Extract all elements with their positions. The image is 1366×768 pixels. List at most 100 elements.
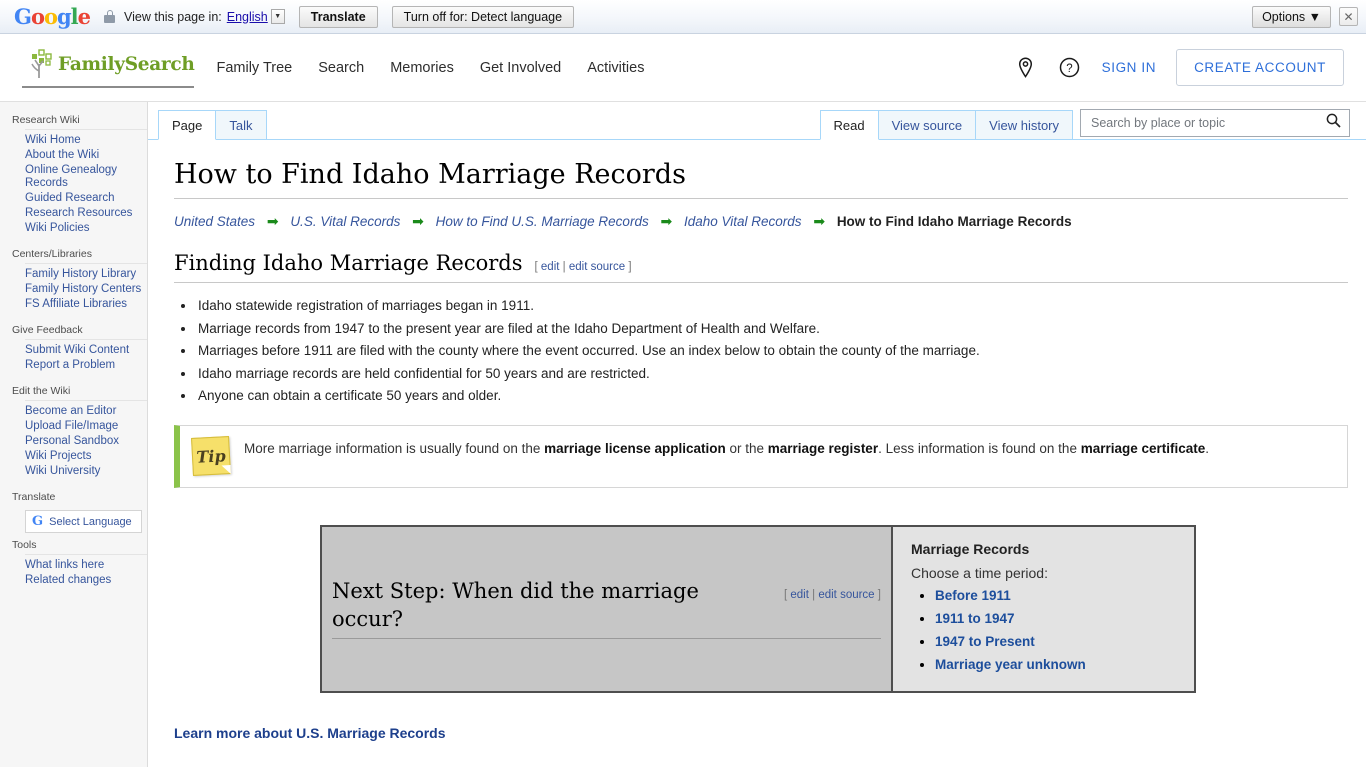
sidebar-item-wiki-university[interactable]: Wiki University <box>25 465 147 478</box>
learn-more-link[interactable]: Learn more about U.S. Marriage Records <box>174 725 446 741</box>
sidebar-item-report-a-problem[interactable]: Report a Problem <box>25 359 147 372</box>
search-input[interactable] <box>1089 115 1326 131</box>
sidebar-item-wiki-home[interactable]: Wiki Home <box>25 134 147 147</box>
nav-item-activities[interactable]: Activities <box>587 60 644 76</box>
tip-bold-license-application: marriage license application <box>544 440 726 456</box>
familysearch-logo[interactable]: FamilySearch <box>22 47 195 88</box>
sidebar-item-research-resources[interactable]: Research Resources <box>25 207 147 220</box>
list-item: Family History Centers <box>25 282 147 297</box>
edit-link[interactable]: edit <box>541 261 560 273</box>
sidebar-group-title: Give Feedback <box>12 324 83 336</box>
nav-item-family-tree[interactable]: Family Tree <box>216 60 292 76</box>
edit-link[interactable]: edit <box>790 589 809 601</box>
sidebar-item-submit-wiki-content[interactable]: Submit Wiki Content <box>25 344 147 357</box>
list-item: Wiki Policies <box>25 221 147 236</box>
list-item: Marriages before 1911 are filed with the… <box>196 340 1348 363</box>
tab-view-source[interactable]: View source <box>877 110 977 139</box>
close-icon[interactable]: ✕ <box>1339 7 1358 26</box>
tip-text-part-4: . <box>1205 440 1210 456</box>
breadcrumb-item-united-states[interactable]: United States <box>174 214 255 229</box>
breadcrumb-item-us-vital-records[interactable]: U.S. Vital Records <box>290 214 400 229</box>
create-account-button[interactable]: CREATE ACCOUNT <box>1176 49 1344 86</box>
sidebar-group-edit-the-wiki: Edit the Wiki Become an Editor Upload Fi… <box>0 381 147 485</box>
sidebar-item-wiki-projects[interactable]: Wiki Projects <box>25 450 147 463</box>
bracket-open: [ <box>783 589 788 602</box>
sidebar-item-family-history-centers[interactable]: Family History Centers <box>25 283 147 296</box>
breadcrumb-item-current: How to Find Idaho Marriage Records <box>836 213 1072 229</box>
list-item: Wiki Home <box>25 133 147 148</box>
option-1947-to-present[interactable]: 1947 to Present <box>935 634 1035 649</box>
tab-talk[interactable]: Talk <box>215 110 267 139</box>
edit-source-link[interactable]: edit source <box>569 261 625 273</box>
list-item: Anyone can obtain a certificate 50 years… <box>196 385 1348 408</box>
facts-list: Idaho statewide registration of marriage… <box>174 295 1348 408</box>
list-item: Wiki University <box>25 464 147 479</box>
breadcrumb-item-how-to-find-us-marriage-records[interactable]: How to Find U.S. Marriage Records <box>436 214 649 229</box>
option-marriage-year-unknown[interactable]: Marriage year unknown <box>935 657 1086 672</box>
help-circle-icon[interactable]: ? <box>1058 56 1082 80</box>
translate-button[interactable]: Translate <box>298 5 378 28</box>
turn-off-translate-button[interactable]: Turn off for: Detect language <box>391 5 575 28</box>
tab-read[interactable]: Read <box>819 110 879 140</box>
sidebar-group-title: Centers/Libraries <box>12 248 92 260</box>
section-heading-label: Finding Idaho Marriage Records <box>174 250 523 275</box>
list-item: 1947 to Present <box>935 633 1178 651</box>
nav-item-get-involved[interactable]: Get Involved <box>480 60 561 76</box>
edit-source-link[interactable]: edit source <box>818 589 874 601</box>
decision-box: Next Step: When did the marriage occur? … <box>320 524 1348 693</box>
arrow-right-icon: ➡ <box>813 212 826 229</box>
decision-options-list: Before 1911 1911 to 1947 1947 to Present… <box>911 587 1178 674</box>
map-pin-icon[interactable] <box>1014 56 1038 80</box>
translate-language-selector[interactable]: English ▼ <box>227 9 285 24</box>
sidebar-item-family-history-library[interactable]: Family History Library <box>25 268 147 281</box>
translate-options-button[interactable]: Options ▼ <box>1252 5 1331 28</box>
sidebar-item-become-an-editor[interactable]: Become an Editor <box>25 405 147 418</box>
nav-item-search[interactable]: Search <box>318 60 364 76</box>
search-box[interactable] <box>1080 109 1350 137</box>
sidebar-item-personal-sandbox[interactable]: Personal Sandbox <box>25 435 147 448</box>
list-item: Personal Sandbox <box>25 434 147 449</box>
tab-view-history[interactable]: View history <box>975 110 1073 139</box>
google-translate-bar: Google View this page in: English ▼ Tran… <box>0 0 1366 34</box>
breadcrumb-item-idaho-vital-records[interactable]: Idaho Vital Records <box>684 214 802 229</box>
content-area: Page Talk Read View source View history … <box>148 102 1366 767</box>
page-body: Research Wiki Wiki Home About the Wiki O… <box>0 102 1366 767</box>
tab-bar: Page Talk Read View source View history <box>148 102 1366 140</box>
google-logo: Google <box>14 4 91 29</box>
chevron-down-icon[interactable]: ▼ <box>270 9 285 24</box>
sidebar-item-online-genealogy-records[interactable]: Online Genealogy Records <box>25 164 147 190</box>
sidebar-group-title: Translate <box>12 491 56 503</box>
list-item: Marriage records from 1947 to the presen… <box>196 318 1348 341</box>
sidebar-item-upload-file-image[interactable]: Upload File/Image <box>25 420 147 433</box>
decision-question-heading: Next Step: When did the marriage occur? … <box>332 578 881 639</box>
list-item: Submit Wiki Content <box>25 343 147 358</box>
bracket-close: ] <box>628 260 632 273</box>
decision-options-subtitle: Choose a time period: <box>911 564 1048 581</box>
sidebar-item-related-changes[interactable]: Related changes <box>25 574 147 587</box>
search-icon[interactable] <box>1326 113 1341 133</box>
list-item: Related changes <box>25 573 147 588</box>
translate-language-value[interactable]: English <box>227 10 268 24</box>
option-1911-to-1947[interactable]: 1911 to 1947 <box>935 611 1015 626</box>
tip-icon-label: Tip <box>195 445 227 466</box>
sidebar-item-guided-research[interactable]: Guided Research <box>25 192 147 205</box>
list-item: Become an Editor <box>25 404 147 419</box>
nav-item-memories[interactable]: Memories <box>390 60 454 76</box>
tab-page[interactable]: Page <box>158 110 217 140</box>
list-item: Marriage year unknown <box>935 656 1178 674</box>
site-header: FamilySearch Family Tree Search Memories… <box>0 34 1366 102</box>
lock-icon <box>104 10 116 23</box>
option-before-1911[interactable]: Before 1911 <box>935 588 1011 603</box>
sidebar-item-about-the-wiki[interactable]: About the Wiki <box>25 149 147 162</box>
select-language-label: Select Language <box>49 515 132 528</box>
sign-in-button[interactable]: SIGN IN <box>1102 60 1156 75</box>
sidebar-group-tools: Tools What links here Related changes <box>0 535 147 594</box>
select-language-dropdown[interactable]: G Select Language <box>25 510 142 533</box>
sidebar-group-give-feedback: Give Feedback Submit Wiki Content Report… <box>0 320 147 379</box>
sidebar-item-fs-affiliate-libraries[interactable]: FS Affiliate Libraries <box>25 298 147 311</box>
svg-text:?: ? <box>1066 63 1072 75</box>
translate-prompt-label: View this page in: <box>124 9 222 24</box>
sidebar-item-what-links-here[interactable]: What links here <box>25 559 147 572</box>
breadcrumb: United States ➡ U.S. Vital Records ➡ How… <box>174 211 1348 232</box>
sidebar-item-wiki-policies[interactable]: Wiki Policies <box>25 222 147 235</box>
